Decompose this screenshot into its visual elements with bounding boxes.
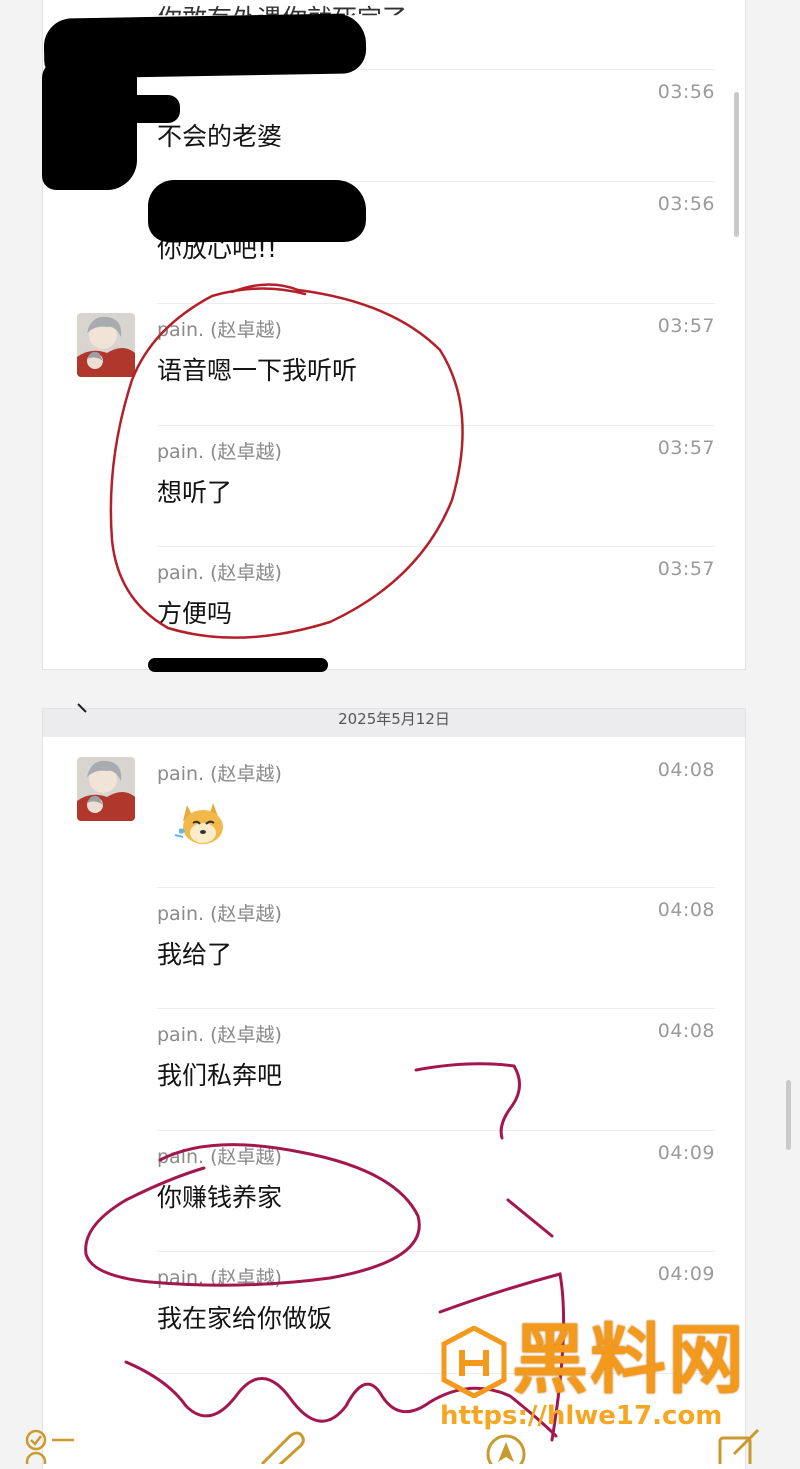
compose-icon[interactable] (716, 1428, 764, 1469)
hand-drawn-annotations (84, 283, 566, 1442)
watermark-url: https://hlwe17.com (440, 1401, 723, 1431)
magenta-dash-annotation (506, 1198, 554, 1238)
magenta-ellipse-annotation (84, 1143, 421, 1287)
checklist-icon[interactable] (24, 1428, 80, 1469)
watermark-brand: 黑料网 (512, 1315, 746, 1404)
paperclip-icon[interactable] (256, 1430, 306, 1469)
navigate-icon[interactable] (484, 1432, 528, 1469)
magenta-question-mark-annotation (414, 1062, 521, 1140)
red-circle-annotation (109, 283, 464, 639)
watermark-logo-icon (440, 1325, 508, 1399)
